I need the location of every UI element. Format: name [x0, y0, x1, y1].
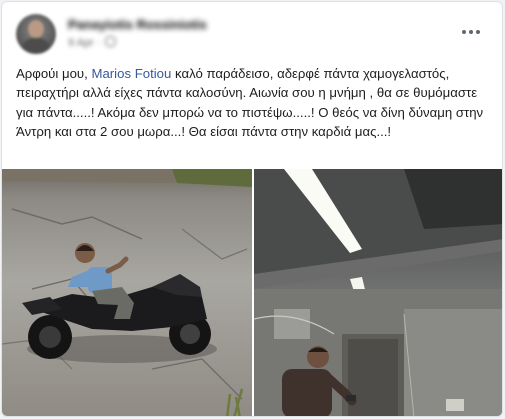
globe-icon [105, 36, 117, 47]
photo-motorcycle[interactable] [2, 169, 252, 416]
author-name[interactable]: Panayiotis Rossiniotis [68, 17, 207, 32]
post-header: Panayiotis Rossiniotis 9 Apr · [16, 12, 491, 56]
timestamp-text[interactable]: 9 Apr · [68, 37, 100, 49]
more-options-button[interactable] [457, 18, 485, 46]
more-horizontal-icon [462, 30, 480, 34]
post-timestamp[interactable]: 9 Apr · [68, 36, 117, 49]
photo-room[interactable] [254, 169, 502, 416]
mention-link[interactable]: Marios Fotiou [91, 66, 171, 81]
avatar[interactable] [16, 14, 56, 54]
post-message: Αρφούι μου, Marios Fotiou καλό παράδεισο… [16, 64, 494, 142]
post-text-start: Αρφούι μου, [16, 66, 92, 81]
photo-grid [2, 169, 502, 416]
post-card: Panayiotis Rossiniotis 9 Apr · Αρφούι μο… [1, 1, 503, 417]
